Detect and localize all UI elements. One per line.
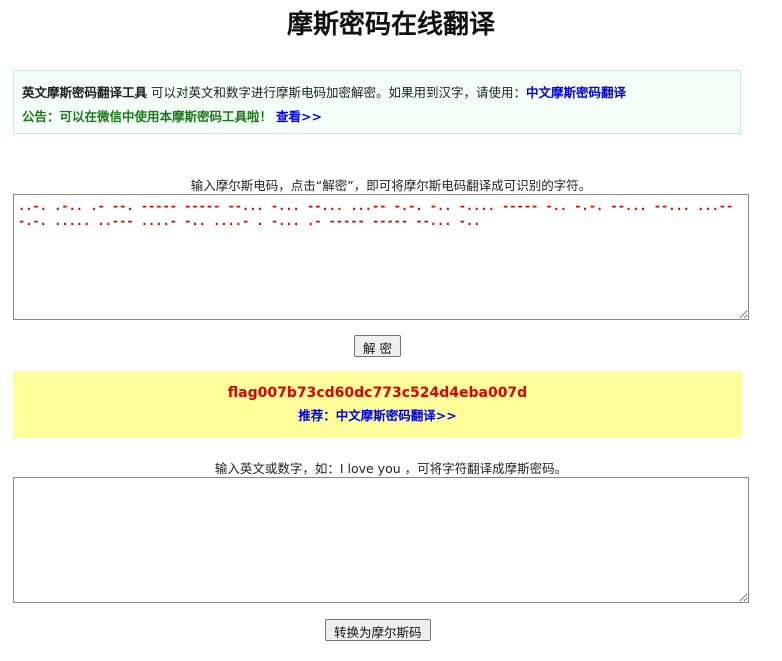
notice-text: 公告：可以在微信中使用本摩斯密码工具啦！ (22, 109, 273, 124)
chinese-morse-link[interactable]: 中文摩斯密码翻译 (526, 85, 626, 100)
decode-button[interactable]: 解 密 (354, 335, 401, 357)
text-input[interactable] (13, 477, 749, 603)
tool-description: 可以对英文和数字进行摩斯电码加密解密。如果用到汉字，请使用： (147, 85, 526, 100)
result-panel: flag007b73cd60dc773c524d4eba007d 推荐：中文摩斯… (13, 371, 742, 438)
decoded-output: flag007b73cd60dc773c524d4eba007d (227, 385, 528, 401)
morse-input[interactable]: ..-. .-.. .- --. ----- ----- --... -... … (13, 194, 749, 320)
tool-name: 英文摩斯密码翻译工具 (22, 85, 148, 100)
notice-line: 公告：可以在微信中使用本摩斯密码工具啦！ 查看>> (22, 105, 732, 129)
decode-hint: 输入摩尔斯电码，点击“解密”，即可将摩尔斯电码翻译成可识别的字符。 (190, 178, 592, 193)
recommend-link[interactable]: 中文摩斯密码翻译>> (336, 408, 457, 423)
intro-panel: 英文摩斯密码翻译工具 可以对英文和数字进行摩斯电码加密解密。如果用到汉字，请使用… (13, 70, 741, 134)
notice-view-link[interactable]: 查看>> (276, 109, 322, 124)
intro-line: 英文摩斯密码翻译工具 可以对英文和数字进行摩斯电码加密解密。如果用到汉字，请使用… (22, 81, 732, 105)
page-title: 摩斯密码在线翻译 (286, 10, 495, 40)
encode-button[interactable]: 转换为摩尔斯码 (325, 619, 431, 641)
recommend-label: 推荐： (298, 408, 336, 423)
recommend-line: 推荐：中文摩斯密码翻译>> (13, 403, 742, 429)
encode-hint: 输入英文或数字，如：I love you ，可将字符翻译成摩斯密码。 (214, 461, 568, 476)
